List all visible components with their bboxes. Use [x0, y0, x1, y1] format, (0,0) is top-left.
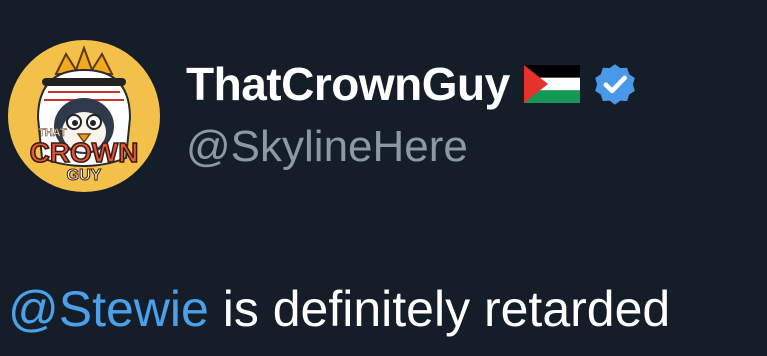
name-row: ThatCrownGuy: [186, 56, 640, 112]
palestine-flag-icon: [523, 65, 580, 103]
author-identity: ThatCrownGuy @SkylineHere: [186, 56, 640, 174]
penguin-crown-avatar-icon: THAT CROWN GUY: [8, 40, 160, 192]
tweet-body: is definitely retarded: [208, 281, 671, 337]
user-handle[interactable]: @SkylineHere: [186, 120, 640, 174]
mention-link[interactable]: @Stewie: [8, 281, 209, 337]
tweet-text: @Stewie is definitely retarded: [8, 278, 670, 340]
display-name[interactable]: ThatCrownGuy: [186, 56, 510, 112]
avatar-text-bottom: GUY: [67, 167, 102, 184]
verified-badge-icon: [594, 64, 635, 105]
avatar-text-main: CROWN: [30, 137, 139, 168]
profile-avatar[interactable]: THAT CROWN GUY: [8, 40, 160, 192]
